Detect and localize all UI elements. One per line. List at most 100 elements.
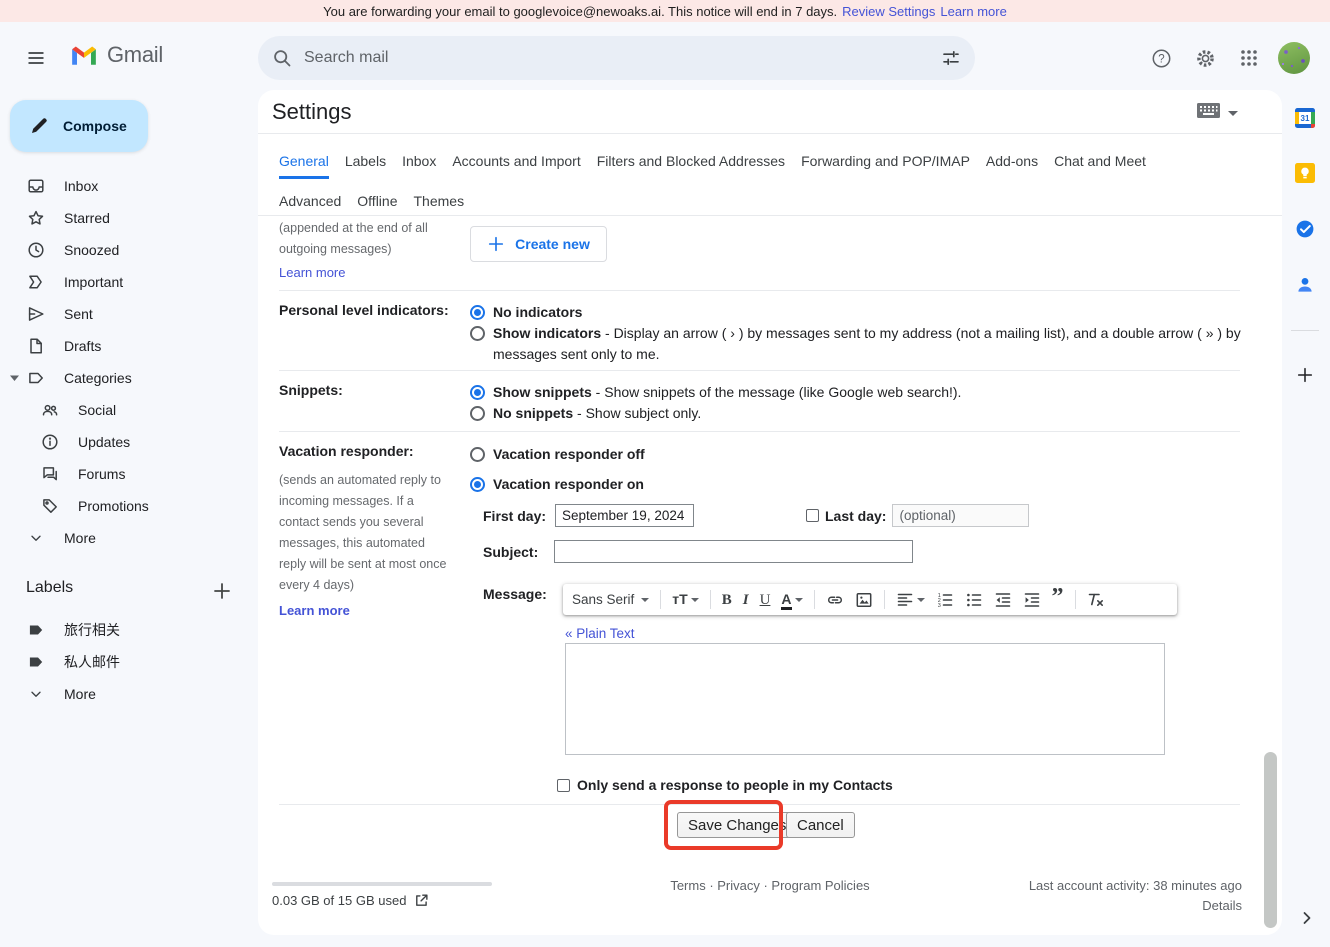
external-link-icon[interactable] [414,893,429,908]
create-new-signature-button[interactable]: Create new [470,226,607,262]
svg-text:31: 31 [1301,114,1310,123]
personal-level-label: Personal level indicators: [279,302,459,318]
tab-offline[interactable]: Offline [357,188,397,216]
sidebar-item-social[interactable]: Social [0,394,256,426]
side-panel-calendar-button[interactable]: 31 [1287,100,1323,136]
input-tools-dropdown-icon[interactable] [1228,111,1238,121]
vacation-on-radio[interactable] [470,477,485,492]
sidebar-item-drafts[interactable]: Drafts [0,330,256,362]
show-snippets-radio[interactable] [470,385,485,400]
sidebar-item-updates[interactable]: Updates [0,426,256,458]
sidebar-item-label-personal[interactable]: 私人邮件 [0,646,256,678]
social-icon [40,400,60,420]
activity-details-link[interactable]: Details [1202,898,1242,913]
indent-more-button[interactable] [1023,591,1041,609]
forwarding-banner: You are forwarding your email to googlev… [0,0,1330,22]
tab-filters[interactable]: Filters and Blocked Addresses [597,148,785,179]
search-filter-icon[interactable] [941,48,961,68]
search-input[interactable] [304,49,941,67]
forums-icon [40,464,60,484]
scrollbar-thumb[interactable] [1264,752,1277,928]
hide-side-panel-button[interactable] [1289,900,1325,936]
label-filled-icon [26,620,46,640]
save-changes-button[interactable]: Save Changes [677,812,797,838]
align-button[interactable] [896,591,925,609]
search-icon[interactable] [272,48,292,68]
sidebar-item-sent[interactable]: Sent [0,298,256,330]
last-day-input[interactable] [892,504,1029,527]
font-family-dropdown[interactable]: Sans Serif [572,592,649,607]
last-day-checkbox[interactable] [806,509,819,522]
sidebar-item-important[interactable]: Important [0,266,256,298]
tab-general[interactable]: General [279,148,329,179]
gmail-logo[interactable]: Gmail [70,42,163,68]
no-snippets-radio[interactable] [470,406,485,421]
input-tools-button[interactable] [1197,103,1220,118]
google-apps-button[interactable] [1229,38,1269,78]
help-button[interactable]: ? [1141,38,1181,78]
divider [279,804,1240,805]
toolbar-separator [660,590,661,609]
numbered-list-button[interactable]: 123 [936,591,954,609]
sidebar-item-promotions[interactable]: Promotions [0,490,256,522]
vacation-learn-more-link[interactable]: Learn more [279,603,350,618]
bulleted-list-button[interactable] [965,591,983,609]
indent-less-button[interactable] [994,591,1012,609]
sidebar-item-inbox[interactable]: Inbox [0,170,256,202]
tab-advanced[interactable]: Advanced [279,188,341,216]
italic-button[interactable]: I [743,591,749,609]
tab-inbox[interactable]: Inbox [402,148,436,179]
message-body-textarea[interactable] [565,643,1165,755]
cancel-button[interactable]: Cancel [786,812,855,838]
side-panel-keep-button[interactable] [1287,155,1323,191]
remove-formatting-button[interactable] [1087,591,1105,609]
bulleted-list-icon [965,591,983,609]
tab-forwarding[interactable]: Forwarding and POP/IMAP [801,148,970,179]
banner-learn-more-link[interactable]: Learn more [940,4,1006,19]
show-indicators-radio[interactable] [470,326,485,341]
size-button[interactable]: тT [672,591,698,609]
tab-labels[interactable]: Labels [345,148,386,179]
sidebar-item-categories[interactable]: Categories [0,362,256,394]
tab-chat[interactable]: Chat and Meet [1054,148,1146,179]
no-indicators-radio[interactable] [470,305,485,320]
chevron-down-icon [691,598,699,606]
link-button[interactable] [826,591,844,609]
account-avatar[interactable] [1278,42,1310,74]
sidebar-item-forums[interactable]: Forums [0,458,256,490]
settings-gear-button[interactable] [1185,38,1225,78]
first-day-input[interactable] [555,504,694,527]
sidebar-item-label-travel[interactable]: 旅行相关 [0,614,256,646]
create-label-button[interactable] [208,577,236,605]
side-panel-add-button[interactable] [1287,357,1323,393]
sidebar-item-snoozed[interactable]: Snoozed [0,234,256,266]
underline-button[interactable]: U [760,591,771,609]
collapse-icon[interactable] [10,375,19,381]
toolbar-separator [814,590,815,609]
quote-icon: ” [1052,591,1064,609]
create-new-label: Create new [515,236,590,252]
sidebar-item-labels-more[interactable]: More [0,678,256,710]
vacation-off-radio[interactable] [470,447,485,462]
plain-text-link[interactable]: « Plain Text [565,626,635,641]
text-color-button[interactable]: A [781,591,802,609]
search-bar[interactable] [258,36,975,80]
banner-review-settings-link[interactable]: Review Settings [842,4,935,19]
side-panel-tasks-button[interactable] [1287,211,1323,247]
image-button[interactable] [855,591,873,609]
subject-input[interactable] [554,540,913,563]
sidebar-item-more[interactable]: More [0,522,256,554]
quote-button[interactable]: ” [1052,591,1064,609]
main-menu-button[interactable] [16,38,56,78]
compose-button[interactable]: Compose [10,100,148,152]
svg-text:3: 3 [937,603,940,609]
signature-learn-more-link[interactable]: Learn more [279,265,345,280]
contacts-only-checkbox[interactable] [557,779,570,792]
sidebar-item-starred[interactable]: Starred [0,202,256,234]
tab-themes[interactable]: Themes [414,188,465,216]
tab-addons[interactable]: Add-ons [986,148,1038,179]
vacation-label: Vacation responder: [279,443,459,459]
bold-button[interactable]: B [722,591,732,609]
side-panel-contacts-button[interactable] [1287,267,1323,303]
tab-accounts[interactable]: Accounts and Import [452,148,580,179]
